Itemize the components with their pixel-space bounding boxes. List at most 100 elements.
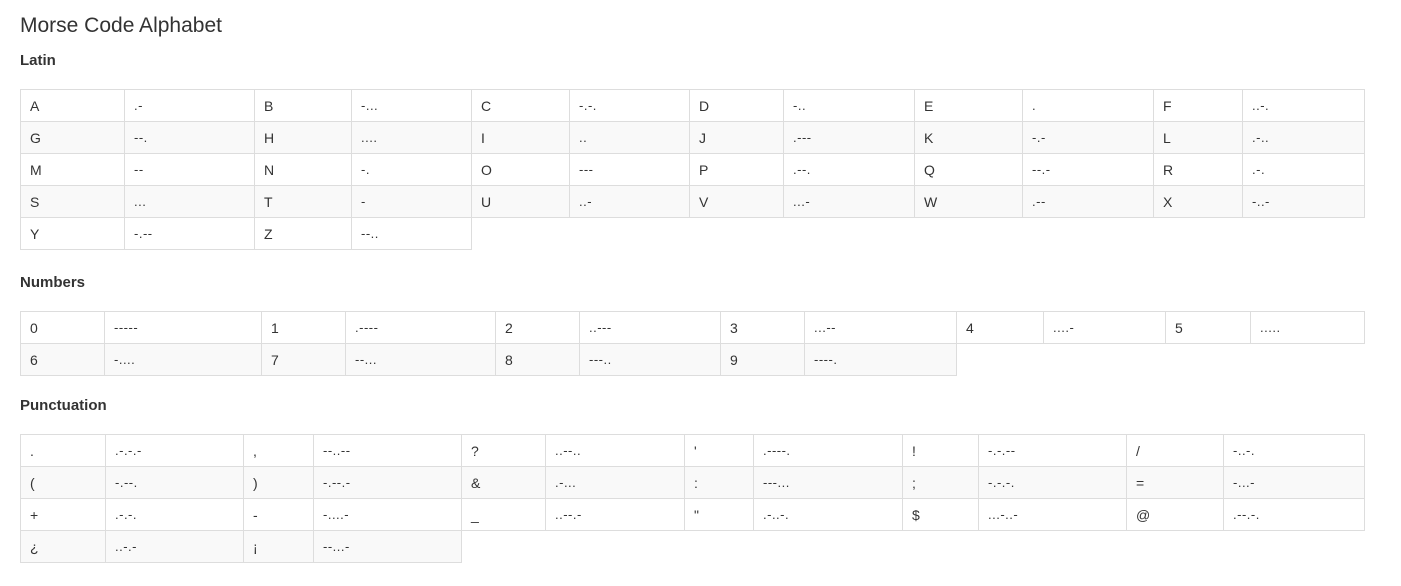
symbol-cell: & <box>461 466 546 499</box>
morse-code-cell: ...- <box>783 185 915 218</box>
morse-code-cell: .. <box>569 121 690 154</box>
empty-cell <box>546 531 685 563</box>
morse-code-cell: ..-. <box>1242 89 1365 122</box>
page-title: Morse Code Alphabet <box>20 14 222 37</box>
symbol-cell: G <box>20 121 125 154</box>
morse-code-cell: -.-.-- <box>978 434 1127 467</box>
empty-cell <box>1127 531 1224 563</box>
empty-cell <box>1251 344 1365 376</box>
morse-code-cell: .- <box>124 89 255 122</box>
morse-code-cell: --. <box>124 121 255 154</box>
morse-code-cell: ....- <box>1043 311 1166 344</box>
symbol-cell: . <box>20 434 106 467</box>
punctuation-heading: Punctuation <box>20 397 107 414</box>
symbol-cell: + <box>20 498 106 531</box>
empty-cell <box>462 531 546 563</box>
table-row: + .-.-. - -....- _ ..--.- " .-..-. $ ...-..- @ .--.… <box>20 498 1365 531</box>
symbol-cell: ( <box>20 466 106 499</box>
morse-code-cell: ..-.- <box>105 530 244 563</box>
morse-code-cell: --... <box>345 343 496 376</box>
symbol-cell: P <box>689 153 784 186</box>
symbol-cell: 0 <box>20 311 105 344</box>
symbol-cell: ; <box>902 466 979 499</box>
symbol-cell: O <box>471 153 570 186</box>
symbol-cell: 9 <box>720 343 805 376</box>
punctuation-table: . .-.-.-, --..--? ..--.. ' .----.! -.-.-- / -..-… <box>20 434 1365 563</box>
morse-code-cell: -.. <box>783 89 915 122</box>
latin-heading: Latin <box>20 52 56 69</box>
morse-code-cell: .--- <box>783 121 915 154</box>
empty-cell <box>784 218 915 250</box>
table-row: ¿ ..-.- ¡ --...- <box>20 530 1365 563</box>
symbol-cell: ' <box>684 434 754 467</box>
empty-cell <box>690 218 784 250</box>
empty-cell <box>754 531 903 563</box>
symbol-cell: ? <box>461 434 546 467</box>
empty-cell <box>1044 344 1166 376</box>
morse-code-cell: -.- <box>1022 121 1154 154</box>
symbol-cell: S <box>20 185 125 218</box>
symbol-cell: M <box>20 153 125 186</box>
morse-code-cell: -.... <box>104 343 262 376</box>
empty-cell <box>1166 344 1251 376</box>
symbol-cell: X <box>1153 185 1243 218</box>
morse-code-cell: ...-- <box>804 311 957 344</box>
symbol-cell: H <box>254 121 352 154</box>
latin-table: A .- B -... C -.-. D -.. E. F ..-. G --. H.... I.. J .--… <box>20 89 1365 250</box>
table-row: 0 ----- 1 .---- 2 ..--- 3 ...-- 4 ....- 5..... <box>20 311 1365 344</box>
symbol-cell: - <box>243 498 314 531</box>
empty-cell <box>472 218 570 250</box>
symbol-cell: : <box>684 466 754 499</box>
symbol-cell: , <box>243 434 314 467</box>
symbol-cell: L <box>1153 121 1243 154</box>
symbol-cell: 4 <box>956 311 1044 344</box>
symbol-cell: ! <box>902 434 979 467</box>
morse-code-cell: -- <box>124 153 255 186</box>
morse-code-cell: .-... <box>545 466 685 499</box>
symbol-cell: E <box>914 89 1023 122</box>
morse-code-cell: .... <box>351 121 472 154</box>
morse-code-cell: ..--- <box>579 311 721 344</box>
morse-code-cell: --...- <box>313 530 462 563</box>
symbol-cell: V <box>689 185 784 218</box>
morse-code-cell: -..- <box>1242 185 1365 218</box>
symbol-cell: = <box>1126 466 1224 499</box>
morse-code-cell: . <box>1022 89 1154 122</box>
morse-code-cell: -.--.- <box>313 466 462 499</box>
symbol-cell: / <box>1126 434 1224 467</box>
symbol-cell: ¿ <box>20 530 106 563</box>
empty-cell <box>1224 531 1365 563</box>
symbol-cell: C <box>471 89 570 122</box>
morse-code-cell: .-- <box>1022 185 1154 218</box>
table-row: 6 -.... 7 --... 8 ---.. 9 ----. <box>20 343 1365 376</box>
symbol-cell: I <box>471 121 570 154</box>
morse-code-cell: ...-..- <box>978 498 1127 531</box>
symbol-cell: 1 <box>261 311 346 344</box>
symbol-cell: 6 <box>20 343 105 376</box>
symbol-cell: ¡ <box>243 530 314 563</box>
morse-code-cell: -.--. <box>105 466 244 499</box>
symbol-cell: Q <box>914 153 1023 186</box>
morse-code-cell: .-..-. <box>753 498 903 531</box>
symbol-cell: U <box>471 185 570 218</box>
symbol-cell: F <box>1153 89 1243 122</box>
morse-code-cell: ..... <box>1250 311 1365 344</box>
empty-cell <box>903 531 979 563</box>
morse-code-cell: --.. <box>351 217 472 250</box>
symbol-cell: ) <box>243 466 314 499</box>
morse-code-cell: -..-. <box>1223 434 1365 467</box>
symbol-cell: B <box>254 89 352 122</box>
symbol-cell: A <box>20 89 125 122</box>
morse-code-cell: -... <box>351 89 472 122</box>
morse-code-cell: --..-- <box>313 434 462 467</box>
symbol-cell: $ <box>902 498 979 531</box>
morse-code-cell: - <box>351 185 472 218</box>
symbol-cell: @ <box>1126 498 1224 531</box>
morse-code-cell: .-. <box>1242 153 1365 186</box>
table-row: Y -.-- Z --.. <box>20 217 1365 250</box>
morse-code-cell: -.-. <box>569 89 690 122</box>
morse-code-cell: ---.. <box>579 343 721 376</box>
symbol-cell: J <box>689 121 784 154</box>
empty-cell <box>915 218 1023 250</box>
table-row: . .-.-.-, --..--? ..--.. ' .----.! -.-.-- / -..-… <box>20 434 1365 467</box>
